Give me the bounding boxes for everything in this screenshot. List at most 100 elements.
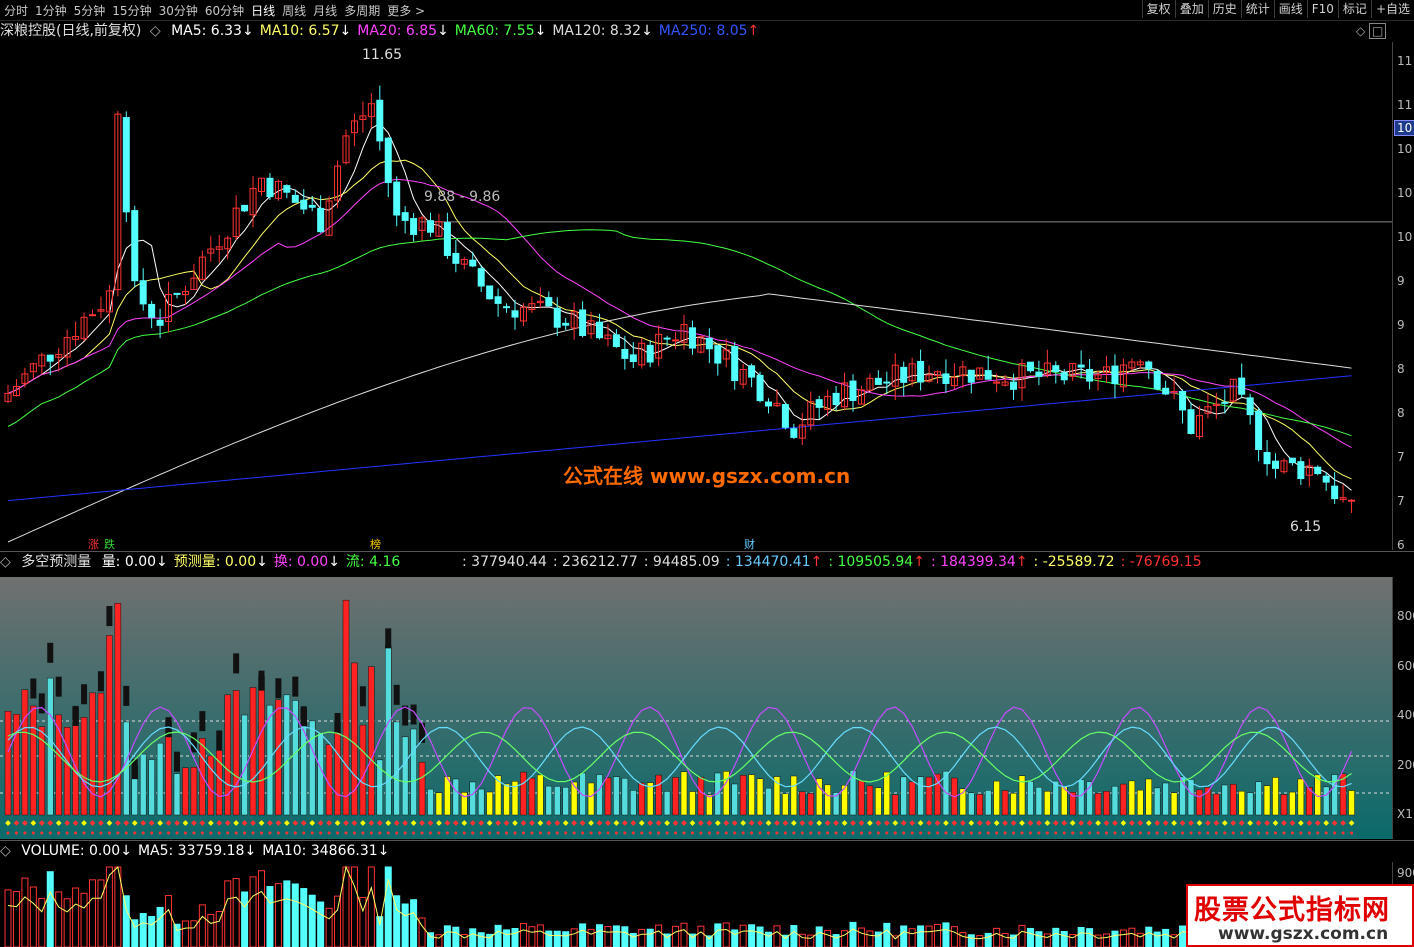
volume-bar bbox=[46, 871, 54, 947]
indicator-chart[interactable] bbox=[0, 577, 1392, 839]
tool-button-5[interactable]: F10 bbox=[1306, 0, 1338, 18]
ind-bar bbox=[596, 774, 603, 816]
ind-dot bbox=[107, 831, 111, 835]
volume-bar bbox=[739, 924, 747, 947]
candle-body bbox=[283, 185, 291, 193]
ind-dot bbox=[598, 831, 601, 835]
ind-bar bbox=[1103, 791, 1110, 816]
tool-button-2[interactable]: 历史 bbox=[1207, 0, 1241, 18]
volume-bar bbox=[477, 932, 485, 947]
period-tab-3[interactable]: 15分钟 bbox=[112, 4, 151, 18]
ind-dot bbox=[800, 831, 804, 835]
ind-dot bbox=[564, 831, 568, 835]
candle-body bbox=[46, 354, 54, 362]
period-tab-9[interactable]: 多周期 bbox=[344, 4, 380, 18]
ind-bar-top bbox=[275, 678, 282, 699]
ind-bar bbox=[984, 790, 992, 816]
ind-bar bbox=[308, 720, 316, 816]
candle-body bbox=[1331, 485, 1339, 500]
ind-bar bbox=[579, 772, 586, 816]
ind-bar bbox=[182, 767, 189, 816]
ind-bar bbox=[1027, 781, 1034, 816]
ind-bar bbox=[418, 761, 426, 816]
period-tab-2[interactable]: 5分钟 bbox=[74, 4, 106, 18]
indicator-name[interactable]: 多空预测量 bbox=[21, 554, 91, 570]
ind-dot bbox=[665, 831, 669, 835]
tool-button-3[interactable]: 统计 bbox=[1240, 0, 1274, 18]
period-tab-10[interactable]: 更多 > bbox=[387, 4, 425, 18]
ind-bar bbox=[706, 794, 713, 816]
ind-bar bbox=[21, 689, 29, 816]
period-tabs: 分时 1分钟 5分钟 15分钟 30分钟 60分钟 日线 周线 月线 多周期 更多 > bbox=[4, 2, 432, 19]
tool-button-7[interactable]: +自选 bbox=[1370, 0, 1414, 18]
ma-legend-item-arrow-3: ↓ bbox=[534, 23, 547, 39]
candle-body bbox=[815, 399, 823, 408]
period-tab-0[interactable]: 分时 bbox=[4, 4, 28, 18]
volume-bar bbox=[866, 930, 874, 947]
ind-dot bbox=[1105, 831, 1108, 835]
ind-value-item-5: : 184399.34↑ bbox=[930, 554, 1028, 570]
candle-body bbox=[469, 259, 477, 267]
event-tag-1[interactable]: 跌 bbox=[104, 536, 115, 552]
tool-button-1[interactable]: 叠加 bbox=[1174, 0, 1208, 18]
ind-bar-top bbox=[106, 606, 113, 627]
candle-body bbox=[376, 99, 384, 142]
candle-body bbox=[646, 344, 654, 363]
volume-bar bbox=[672, 925, 680, 947]
volume-bar bbox=[536, 924, 544, 947]
settings-icon[interactable]: ◇ bbox=[150, 23, 161, 39]
ind-bar-top bbox=[292, 676, 299, 697]
ind-dot bbox=[809, 831, 813, 835]
ind-dot bbox=[724, 831, 728, 835]
ind-bar-top bbox=[233, 653, 240, 674]
ind-dot bbox=[767, 831, 770, 835]
ma-legend-item-arrow-5: ↑ bbox=[747, 23, 760, 39]
ind-dot bbox=[91, 831, 94, 835]
ind-dot bbox=[395, 831, 399, 835]
volume-bar bbox=[224, 880, 232, 947]
range-label: 9.88 - 9.86 bbox=[424, 189, 500, 205]
event-tag-0[interactable]: 涨 bbox=[88, 536, 99, 552]
price-tick-10: 7 bbox=[1397, 494, 1405, 508]
ind-dot bbox=[1257, 831, 1261, 835]
period-tab-8[interactable]: 月线 bbox=[313, 4, 337, 18]
ind-bar bbox=[799, 791, 806, 816]
ind-bar bbox=[824, 784, 831, 816]
ind-dot bbox=[386, 831, 390, 835]
period-tab-1[interactable]: 1分钟 bbox=[35, 4, 67, 18]
candle-body bbox=[139, 280, 147, 305]
ind-dot bbox=[623, 831, 627, 835]
event-tag-2[interactable]: 榜 bbox=[370, 536, 381, 552]
candle-body bbox=[393, 181, 401, 216]
volume-bar bbox=[967, 934, 975, 947]
ind-bar-top bbox=[300, 706, 307, 727]
period-tab-6[interactable]: 日线 bbox=[251, 4, 275, 18]
tool-button-0[interactable]: 复权 bbox=[1141, 0, 1175, 18]
ind-dot bbox=[927, 831, 931, 835]
ind-dot bbox=[640, 831, 644, 835]
ind-bar bbox=[114, 603, 122, 816]
ind-dot bbox=[74, 831, 78, 835]
event-tag-3[interactable]: 财 bbox=[744, 536, 755, 552]
period-tab-4[interactable]: 30分钟 bbox=[159, 4, 198, 18]
ind-bar bbox=[486, 791, 493, 816]
candle-body bbox=[300, 199, 308, 210]
indicator-settings-icon[interactable]: ◇ bbox=[0, 554, 11, 570]
candle-body bbox=[553, 307, 561, 328]
tool-button-6[interactable]: 标记 bbox=[1337, 0, 1371, 18]
tool-button-4[interactable]: 画线 bbox=[1273, 0, 1307, 18]
window-controls[interactable]: ◇ □ bbox=[1356, 23, 1387, 39]
ind-dot bbox=[961, 831, 965, 835]
tool-buttons: 复权 叠加 历史 统计 画线 F10 标记 +自选 bbox=[1141, 0, 1414, 20]
period-tab-5[interactable]: 60分钟 bbox=[205, 4, 244, 18]
stock-title[interactable]: 深粮控股(日线,前复权) bbox=[0, 23, 141, 39]
ind-dot bbox=[192, 831, 196, 835]
ind-bar bbox=[993, 780, 1000, 816]
ind-dot bbox=[741, 831, 745, 835]
period-tab-7[interactable]: 周线 bbox=[282, 4, 306, 18]
ind-bar bbox=[173, 773, 181, 816]
ind-bar bbox=[655, 774, 662, 816]
ind-bar-top bbox=[334, 713, 341, 734]
volume-settings-icon[interactable]: ◇ bbox=[0, 843, 11, 859]
volume-chart[interactable] bbox=[0, 862, 1392, 947]
